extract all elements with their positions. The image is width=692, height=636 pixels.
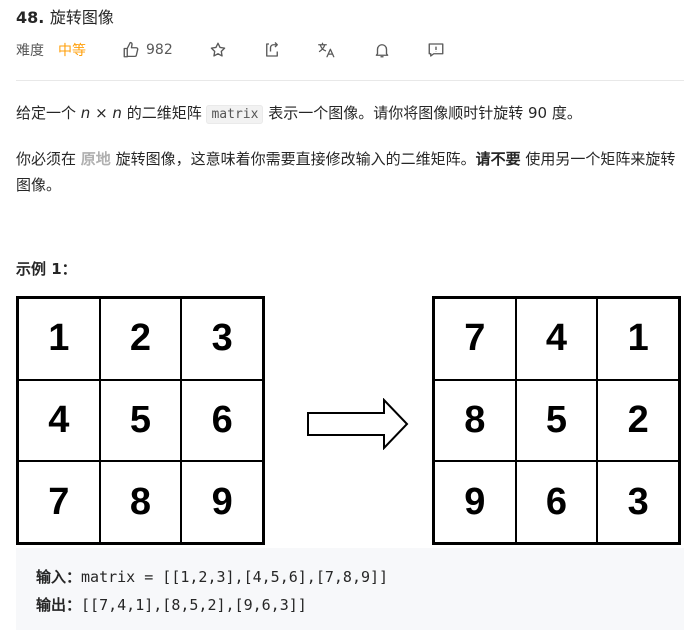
- problem-name: 旋转图像: [49, 8, 114, 27]
- matrix-cell: 6: [515, 461, 598, 543]
- matrix-cell: 9: [181, 461, 263, 543]
- desc-times: ×: [90, 104, 113, 122]
- bell-icon: [375, 44, 389, 58]
- matrix-cell: 1: [18, 298, 100, 380]
- translate-icon: [317, 42, 335, 58]
- matrix-cell: 7: [434, 298, 516, 380]
- example-io-block: 输入：matrix = [[1,2,3],[4,5,6],[7,8,9]] 输出…: [16, 548, 684, 630]
- problem-number: 48.: [16, 8, 45, 27]
- right-arrow-icon: [307, 398, 409, 450]
- matrix-cell: 1: [597, 298, 679, 380]
- input-value: matrix = [[1,2,3],[4,5,6],[7,8,9]]: [81, 568, 389, 586]
- description-paragraph-2: 你必须在 原地 旋转图像，这意味着你需要直接修改输入的二维矩阵。请不要 使用另一…: [16, 146, 684, 198]
- translate-button[interactable]: [317, 41, 337, 59]
- matrix-cell: 6: [181, 379, 263, 462]
- difficulty-badge: 中等: [58, 43, 86, 59]
- favorite-button[interactable]: [209, 41, 227, 59]
- inline-code-matrix: matrix: [206, 105, 264, 124]
- example-output-line: 输出：[[7,4,1],[8,5,2],[9,6,3]]: [36, 594, 307, 615]
- output-label: 输出：: [36, 596, 82, 614]
- share-button[interactable]: [263, 41, 281, 59]
- desc-text: 旋转图像，这意味着你需要直接修改输入的二维矩阵。: [110, 150, 476, 168]
- feedback-icon: [428, 43, 444, 57]
- subscribe-button[interactable]: [373, 41, 391, 59]
- matrix-cell: 9: [434, 461, 516, 543]
- desc-text: 的二维矩阵: [121, 104, 207, 122]
- matrix-cell: 4: [515, 298, 598, 380]
- example-input-line: 输入：matrix = [[1,2,3],[4,5,6],[7,8,9]]: [36, 566, 388, 587]
- matrix-cell: 2: [597, 379, 679, 462]
- matrix-cell: 8: [99, 461, 182, 543]
- desc-text: 表示一个图像。请你将图像顺时针旋转 90 度。: [263, 104, 582, 122]
- desc-var-n: n: [80, 104, 91, 122]
- desc-emphasis: 请不要: [475, 150, 521, 168]
- star-icon: [210, 42, 226, 57]
- matrix-cell: 4: [18, 379, 100, 462]
- share-icon: [265, 42, 278, 57]
- output-matrix-image: 7 4 1 8 5 2 9 6 3: [432, 296, 681, 545]
- feedback-button[interactable]: [427, 41, 445, 59]
- matrix-cell: 5: [99, 379, 182, 462]
- thumbs-up-icon: [123, 41, 139, 58]
- desc-var-n: n: [112, 104, 122, 122]
- difficulty-label: 难度: [16, 43, 44, 59]
- description-paragraph-1: 给定一个 n × n 的二维矩阵 matrix 表示一个图像。请你将图像顺时针旋…: [16, 100, 684, 128]
- desc-text: 给定一个: [16, 104, 81, 122]
- problem-meta-bar: 难度 中等 982: [16, 40, 445, 60]
- problem-title: 48. 旋转图像: [16, 4, 114, 28]
- matrix-cell: 8: [434, 379, 516, 462]
- example-title: 示例 1：: [16, 260, 77, 278]
- output-value: [[7,4,1],[8,5,2],[9,6,3]]: [81, 596, 307, 614]
- matrix-cell: 3: [181, 298, 263, 380]
- matrix-cell: 2: [99, 298, 182, 380]
- matrix-cell: 5: [515, 379, 598, 462]
- in-place-link[interactable]: 原地: [81, 150, 111, 168]
- input-label: 输入：: [36, 568, 82, 586]
- like-button[interactable]: 982: [122, 41, 173, 59]
- desc-text: 你必须在: [16, 150, 81, 168]
- like-count: 982: [146, 42, 173, 58]
- header-divider: [16, 80, 684, 81]
- matrix-cell: 7: [18, 461, 100, 543]
- input-matrix-image: 1 2 3 4 5 6 7 8 9: [16, 296, 265, 545]
- matrix-cell: 3: [597, 461, 679, 543]
